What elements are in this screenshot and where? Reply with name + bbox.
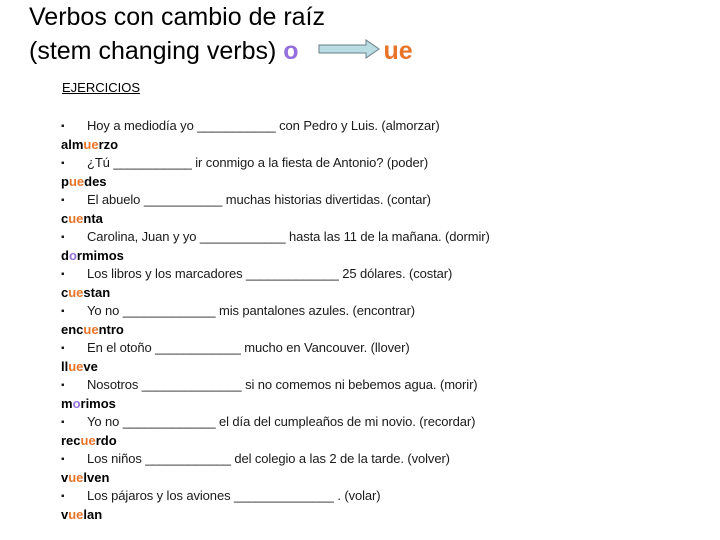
answer-highlight: ue <box>68 285 84 300</box>
answer-prefix: rec <box>61 433 81 448</box>
section-heading: EJERCICIOS <box>62 80 141 95</box>
bullet-icon: ▪ <box>61 306 65 317</box>
exercise-question: ▪ En el otoño ____________ mucho en Vanco… <box>61 339 410 358</box>
answer-highlight: ue <box>68 359 84 374</box>
bullet-icon: ▪ <box>61 343 65 354</box>
exercise-answer: vuelven <box>61 469 109 487</box>
exercise-answer: cuestan <box>61 284 110 302</box>
exercise-question: ▪ Nosotros ______________ si no comemos n… <box>61 376 478 395</box>
exercise-item: ▪ Nosotros ______________ si no comemos n… <box>0 376 720 413</box>
exercise-item: ▪ ¿Tú ___________ ir conmigo a la fiesta … <box>0 154 720 191</box>
answer-suffix: stan <box>83 285 111 300</box>
bullet-icon: ▪ <box>61 491 65 502</box>
exercise-question: ▪ Yo no _____________ el día del cumpleañ… <box>61 413 475 432</box>
question-text: Los libros y los marcadores ____________… <box>87 266 453 281</box>
exercise-answer: encuentro <box>61 321 124 339</box>
exercise-answer: dormimos <box>61 247 124 265</box>
exercise-answer: recuerdo <box>61 432 117 450</box>
answer-highlight: ue <box>68 211 84 226</box>
exercise-item: ▪ Carolina, Juan y yo ____________ hasta … <box>0 228 720 265</box>
exercise-answer: cuenta <box>61 210 103 228</box>
exercise-answer: vuelan <box>61 506 102 524</box>
answer-suffix: des <box>84 174 107 189</box>
question-text: Los pájaros y los aviones ______________… <box>87 488 381 503</box>
answer-suffix: nta <box>83 211 103 226</box>
bullet-icon: ▪ <box>61 454 65 465</box>
exercise-item: ▪ Yo no _____________ el día del cumpleañ… <box>0 413 720 450</box>
answer-suffix: rzo <box>98 137 119 152</box>
answer-highlight: ue <box>68 174 85 189</box>
bullet-icon: ▪ <box>61 232 65 243</box>
answer-suffix: rdo <box>95 433 117 448</box>
question-text: Yo no _____________ el día del cumpleaño… <box>87 414 476 429</box>
question-text: El abuelo ___________ muchas historias d… <box>87 192 431 207</box>
answer-highlight: ue <box>68 507 84 522</box>
exercise-question: ▪ Los niños ____________ del colegio a la… <box>61 450 450 469</box>
exercise-question: ▪ Yo no _____________ mis pantalones azul… <box>61 302 415 321</box>
exercise-item: ▪ Los niños ____________ del colegio a la… <box>0 450 720 487</box>
question-text: Carolina, Juan y yo ____________ hasta l… <box>87 229 490 244</box>
exercise-item: ▪ Yo no _____________ mis pantalones azul… <box>0 302 720 339</box>
exercise-item: ▪ En el otoño ____________ mucho en Vanco… <box>0 339 720 376</box>
answer-prefix: p <box>61 174 69 189</box>
exercise-question: ▪ Hoy a mediodía yo ___________ con Pedro… <box>61 117 440 136</box>
exercise-item: ▪ Los pájaros y los aviones _____________… <box>0 487 720 524</box>
exercise-question: ▪ El abuelo ___________ muchas historias … <box>61 191 431 210</box>
answer-suffix: ntro <box>98 322 124 337</box>
question-text: ¿Tú ___________ ir conmigo a la fiesta d… <box>87 155 429 170</box>
answer-suffix: lven <box>83 470 110 485</box>
bullet-icon: ▪ <box>61 380 65 391</box>
answer-highlight: ue <box>80 433 96 448</box>
question-text: Nosotros ______________ si no comemos ni… <box>87 377 478 392</box>
answer-suffix: rmimos <box>76 248 124 263</box>
question-text: En el otoño ____________ mucho en Vancou… <box>87 340 410 355</box>
title-line-1: Verbos con cambio de raíz <box>29 3 325 31</box>
answer-suffix: lan <box>83 507 103 522</box>
bullet-icon: ▪ <box>61 121 65 132</box>
page-title: Verbos con cambio de raíz (stem changing… <box>29 0 413 68</box>
answer-highlight: ue <box>68 470 84 485</box>
question-text: Hoy a mediodía yo ___________ con Pedro … <box>87 118 440 133</box>
exercise-item: ▪ El abuelo ___________ muchas historias … <box>0 191 720 228</box>
answer-highlight: ue <box>83 322 99 337</box>
exercise-question: ▪ Los pájaros y los aviones _____________… <box>61 487 381 506</box>
answer-highlight: ue <box>83 137 99 152</box>
answer-prefix: d <box>61 248 69 263</box>
exercise-item: ▪ Los libros y los marcadores ___________… <box>0 265 720 302</box>
answer-prefix: m <box>61 396 73 411</box>
bullet-icon: ▪ <box>61 417 65 428</box>
bullet-icon: ▪ <box>61 158 65 169</box>
exercise-item: ▪ Hoy a mediodía yo ___________ con Pedro… <box>0 117 720 154</box>
question-text: Yo no _____________ mis pantalones azule… <box>87 303 416 318</box>
exercise-answer: puedes <box>61 173 107 191</box>
right-arrow-icon <box>318 39 380 60</box>
bullet-icon: ▪ <box>61 269 65 280</box>
answer-highlight: o <box>68 248 77 263</box>
exercise-answer: almuerzo <box>61 136 118 154</box>
bullet-icon: ▪ <box>61 195 65 206</box>
title-line-2: (stem changing verbs) o ue <box>29 34 413 68</box>
exercise-list: ▪ Hoy a mediodía yo ___________ con Pedro… <box>0 117 720 524</box>
answer-suffix: rimos <box>80 396 116 411</box>
from-vowel: o <box>283 37 299 65</box>
to-vowel: ue <box>383 37 413 65</box>
question-text: Los niños ____________ del colegio a las… <box>87 451 450 466</box>
answer-suffix: ve <box>83 359 98 374</box>
exercise-answer: morimos <box>61 395 116 413</box>
answer-prefix: enc <box>61 322 84 337</box>
title-subtitle: (stem changing verbs) <box>29 37 277 65</box>
exercise-question: ▪ Los libros y los marcadores ___________… <box>61 265 452 284</box>
exercise-question: ▪ ¿Tú ___________ ir conmigo a la fiesta … <box>61 154 428 173</box>
exercise-answer: llueve <box>61 358 98 376</box>
answer-highlight: o <box>72 396 81 411</box>
exercise-question: ▪ Carolina, Juan y yo ____________ hasta … <box>61 228 490 247</box>
answer-prefix: alm <box>61 137 84 152</box>
